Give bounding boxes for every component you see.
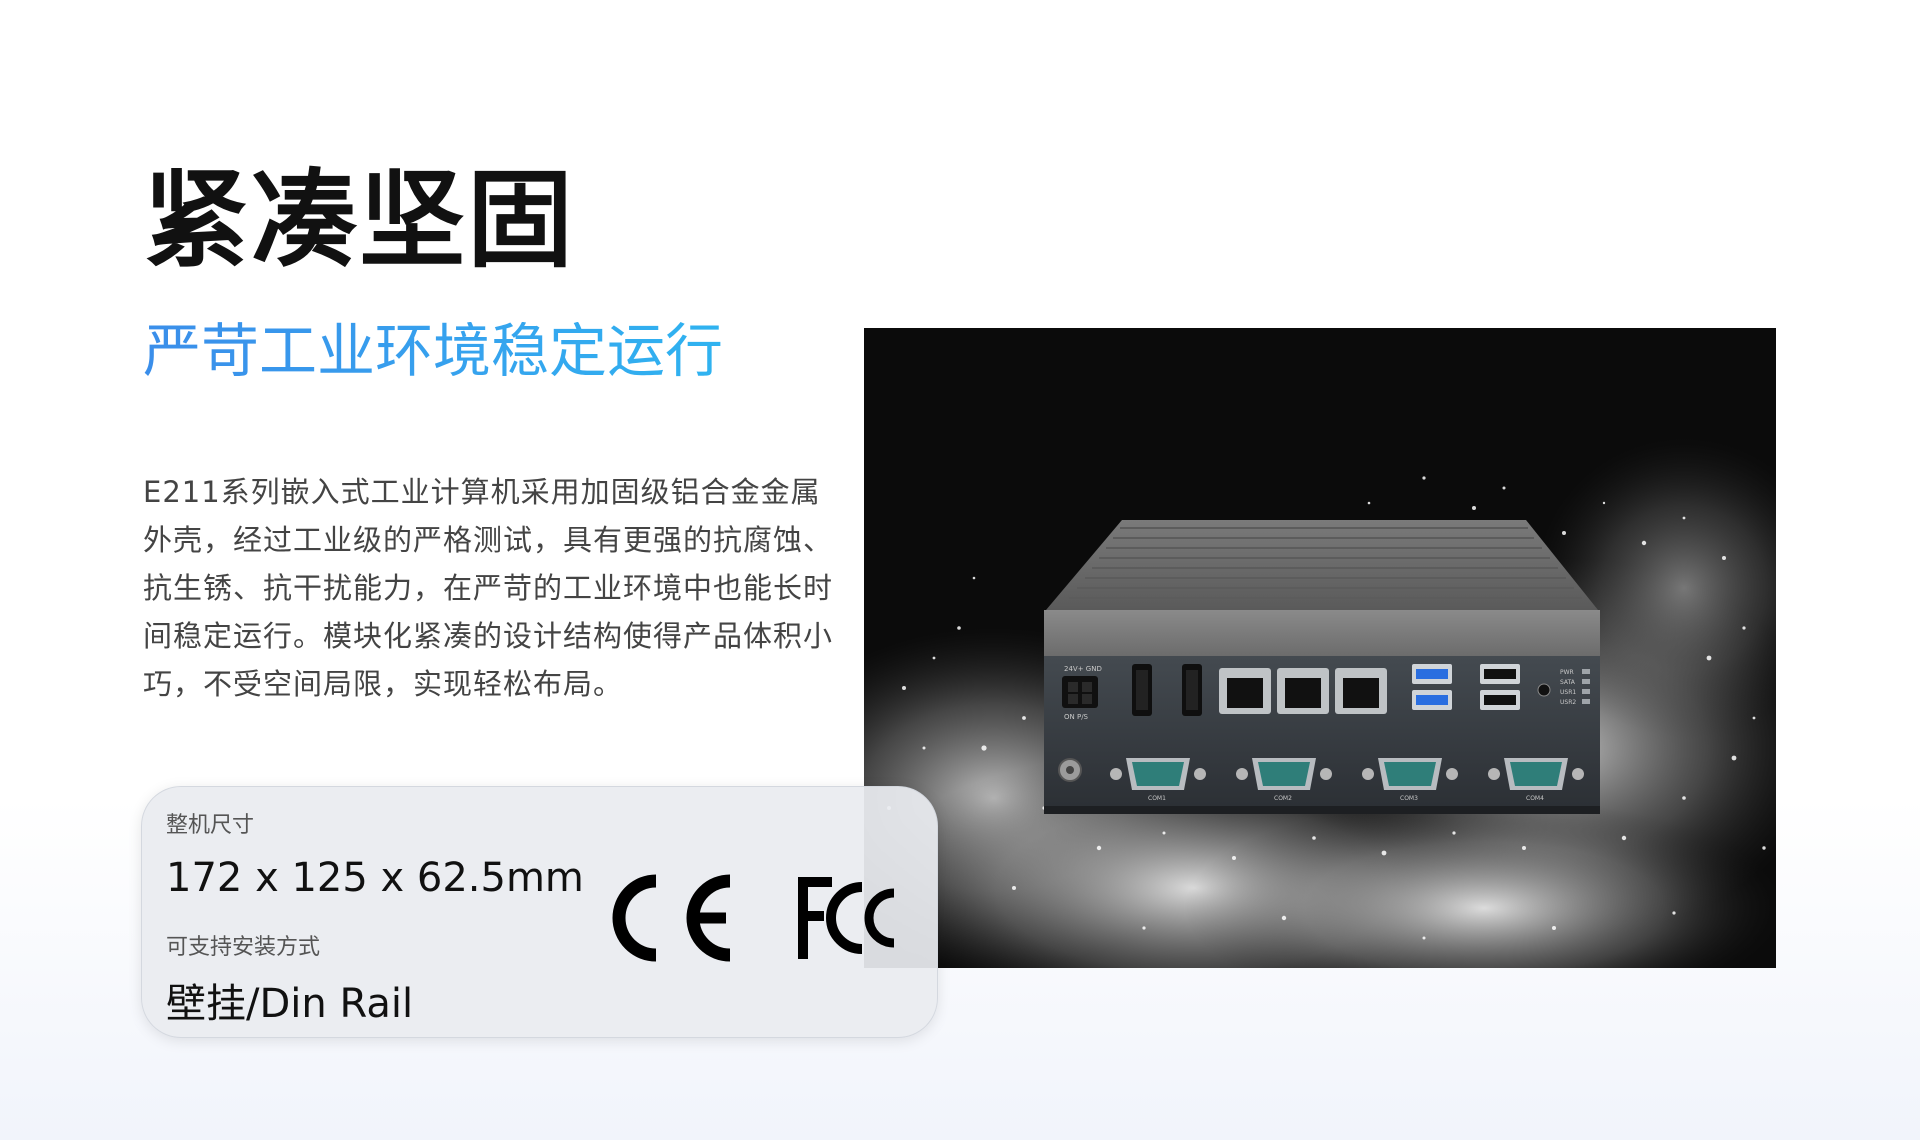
svg-text:USR1: USR1	[1560, 689, 1576, 696]
svg-text:SATA: SATA	[1560, 679, 1576, 686]
power-label-bottom: ON P/S	[1064, 713, 1089, 721]
mount-label: 可支持安装方式	[166, 935, 321, 960]
svg-text:COM3: COM3	[1400, 795, 1418, 802]
size-label: 整机尺寸	[166, 813, 255, 838]
chassis-band	[1044, 610, 1600, 656]
page-title: 紧凑坚固	[143, 159, 575, 282]
spec-card: 整机尺寸 172 x 125 x 62.5mm 可支持安装方式 壁挂/Din R…	[141, 786, 938, 1038]
chassis-base	[1044, 806, 1600, 814]
svg-text:COM4: COM4	[1526, 795, 1544, 802]
svg-text:COM2: COM2	[1274, 795, 1292, 802]
power-terminal	[1062, 676, 1098, 708]
product-description: E211系列嵌入式工业计算机采用加固级铝合金金属外壳，经过工业级的严格测试，具有…	[143, 475, 834, 701]
product-photo: 24V+ GND ON P/S PWR SATA USR1 USR2 COM1 …	[864, 328, 1776, 968]
svg-text:USR2: USR2	[1560, 699, 1576, 706]
fcc-logo-icon	[798, 877, 895, 959]
power-label-top: 24V+ GND	[1064, 665, 1102, 673]
lan-ports	[1219, 668, 1387, 714]
svg-text:PWR: PWR	[1560, 669, 1574, 676]
size-value: 172 x 125 x 62.5mm	[166, 855, 584, 901]
page-subtitle: 严苛工业环境稳定运行	[143, 317, 724, 385]
heatsink-top	[1046, 520, 1598, 610]
ce-logo-icon	[612, 874, 731, 962]
mount-value: 壁挂/Din Rail	[166, 981, 414, 1027]
industrial-pc-illustration: 24V+ GND ON P/S PWR SATA USR1 USR2 COM1 …	[864, 438, 1776, 968]
power-button	[1537, 683, 1551, 697]
svg-text:COM1: COM1	[1148, 795, 1166, 802]
